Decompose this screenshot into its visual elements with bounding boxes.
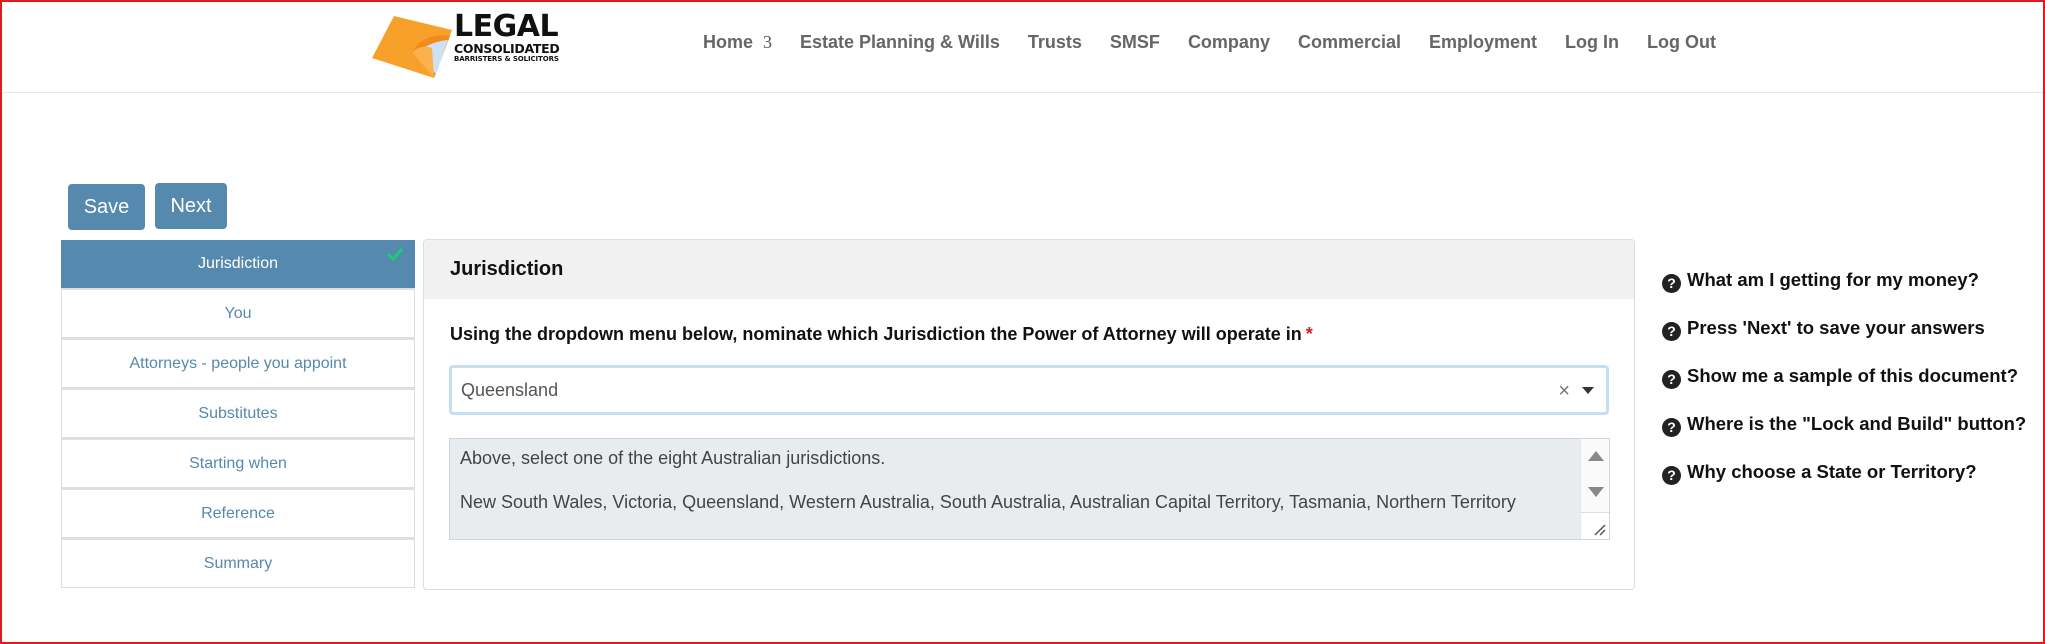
- step-attorneys[interactable]: Attorneys - people you appoint: [61, 338, 415, 388]
- question-circle-icon: ?: [1662, 274, 1681, 293]
- faq-item-money[interactable]: ? What am I getting for my money?: [1662, 265, 2032, 294]
- nav-home-badge: 3: [763, 32, 773, 52]
- panel-title: Jurisdiction: [424, 240, 1634, 299]
- question-text: Using the dropdown menu below, nominate …: [450, 324, 1302, 344]
- faq-label: Where is the "Lock and Build" button?: [1687, 413, 2027, 434]
- scrollbar[interactable]: [1580, 439, 1609, 539]
- nav-trusts[interactable]: Trusts: [1028, 32, 1082, 53]
- scroll-up-icon[interactable]: [1588, 451, 1604, 461]
- help-line-1: Above, select one of the eight Australia…: [460, 448, 886, 468]
- nav-home[interactable]: Home 3: [703, 32, 772, 53]
- chevron-down-icon[interactable]: [1582, 387, 1594, 394]
- step-list: Jurisdiction You Attorneys - people you …: [61, 240, 415, 588]
- save-button[interactable]: Save: [68, 184, 145, 230]
- nav-smsf[interactable]: SMSF: [1110, 32, 1160, 53]
- faq-item-sample[interactable]: ? Show me a sample of this document?: [1662, 361, 2032, 390]
- nav-company[interactable]: Company: [1188, 32, 1270, 53]
- step-summary[interactable]: Summary: [61, 538, 415, 588]
- step-jurisdiction[interactable]: Jurisdiction: [61, 240, 415, 288]
- checkmark-icon: [386, 247, 404, 261]
- step-label: You: [224, 304, 252, 322]
- nav-log-out[interactable]: Log Out: [1647, 32, 1716, 53]
- step-starting-when[interactable]: Starting when: [61, 438, 415, 488]
- brand-subname: CONSOLIDATED: [454, 41, 560, 56]
- step-label: Jurisdiction: [197, 255, 279, 272]
- step-label: Starting when: [189, 454, 287, 472]
- step-label: Substitutes: [198, 404, 278, 422]
- faq-label: What am I getting for my money?: [1687, 269, 1979, 290]
- question-circle-icon: ?: [1662, 370, 1681, 389]
- site-header: LEGAL CONSOLIDATED BARRISTERS & SOLICITO…: [0, 0, 2045, 93]
- step-reference[interactable]: Reference: [61, 488, 415, 538]
- resize-grip-icon: [1594, 524, 1606, 536]
- jurisdiction-select[interactable]: Queensland ×: [449, 365, 1609, 415]
- help-textarea[interactable]: Above, select one of the eight Australia…: [449, 438, 1610, 540]
- faq-item-state-territory[interactable]: ? Why choose a State or Territory?: [1662, 457, 2032, 486]
- question-circle-icon: ?: [1662, 466, 1681, 485]
- question-circle-icon: ?: [1662, 322, 1681, 341]
- step-substitutes[interactable]: Substitutes: [61, 388, 415, 438]
- brand-tagline: BARRISTERS & SOLICITORS: [454, 55, 559, 63]
- faq-item-press-next[interactable]: ? Press 'Next' to save your answers: [1662, 313, 2032, 342]
- nav-estate-planning[interactable]: Estate Planning & Wills: [800, 32, 1000, 53]
- required-marker: *: [1305, 324, 1313, 344]
- question-label: Using the dropdown menu below, nominate …: [450, 324, 1313, 345]
- folded-page-icon: [372, 16, 452, 78]
- select-value: Queensland: [461, 379, 559, 400]
- step-label: Attorneys - people you appoint: [129, 354, 347, 372]
- jurisdiction-panel: Jurisdiction Using the dropdown menu bel…: [423, 239, 1635, 590]
- brand-name: LEGAL: [454, 9, 559, 44]
- nav-employment[interactable]: Employment: [1429, 32, 1537, 53]
- resize-handle[interactable]: [1581, 512, 1609, 539]
- faq-label: Press 'Next' to save your answers: [1687, 317, 1985, 338]
- faq-item-lock-build[interactable]: ? Where is the "Lock and Build" button?: [1662, 409, 2032, 438]
- step-you[interactable]: You: [61, 288, 415, 338]
- nav-home-label: Home: [703, 32, 754, 52]
- nav-log-in[interactable]: Log In: [1565, 32, 1619, 53]
- logo[interactable]: LEGAL CONSOLIDATED BARRISTERS & SOLICITO…: [372, 10, 572, 78]
- clear-icon[interactable]: ×: [1558, 380, 1570, 403]
- next-button[interactable]: Next: [155, 183, 227, 229]
- faq-list: ? What am I getting for my money? ? Press …: [1662, 265, 2032, 505]
- scroll-down-icon[interactable]: [1588, 487, 1604, 497]
- step-label: Summary: [203, 554, 273, 572]
- faq-label: Why choose a State or Territory?: [1687, 461, 1977, 482]
- faq-label: Show me a sample of this document?: [1687, 365, 2018, 386]
- main-nav: Home 3 Estate Planning & Wills Trusts SMS…: [703, 32, 1744, 53]
- help-line-2: New South Wales, Victoria, Queensland, W…: [460, 492, 1516, 512]
- question-circle-icon: ?: [1662, 418, 1681, 437]
- step-label: Reference: [201, 504, 275, 522]
- nav-commercial[interactable]: Commercial: [1298, 32, 1401, 53]
